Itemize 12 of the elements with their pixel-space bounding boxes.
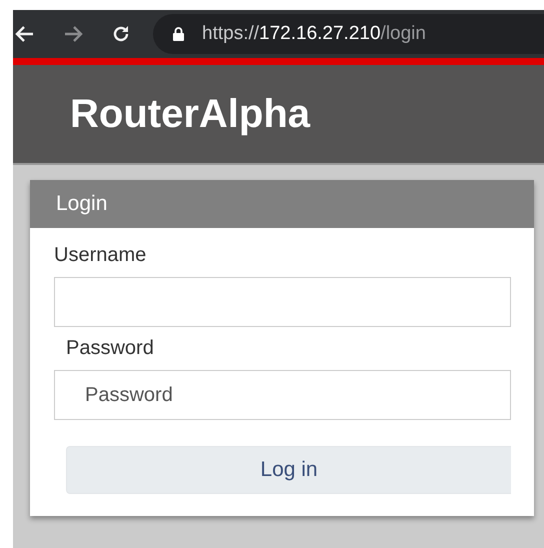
input-field[interactable] [54, 277, 511, 327]
field-label: Username [54, 244, 146, 267]
address-bar[interactable]: https://172.16.27.210/login [153, 14, 544, 54]
url-text: https://172.16.27.210/login [202, 23, 426, 45]
input-field[interactable]: Password [54, 370, 511, 420]
card-title: Login [56, 192, 108, 216]
reload-icon[interactable] [111, 24, 131, 44]
login-button[interactable]: Log in [66, 446, 511, 494]
field-label: Password [66, 337, 154, 360]
site-title: RouterAlpha [70, 92, 310, 136]
back-arrow-icon[interactable] [15, 25, 35, 43]
lock-icon [173, 27, 184, 41]
